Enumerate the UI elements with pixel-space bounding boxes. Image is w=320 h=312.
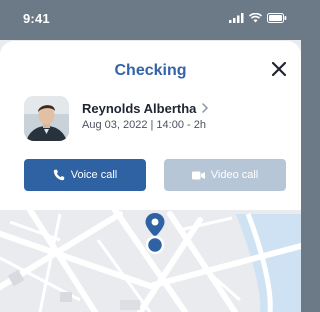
signal-icon	[229, 13, 244, 23]
close-button[interactable]	[271, 61, 287, 77]
checking-sheet: Checking Reynolds Albertha Aug 03, 2022 …	[0, 41, 301, 210]
video-call-button[interactable]: Video call	[164, 159, 286, 191]
status-icons	[229, 13, 287, 23]
avatar-image	[24, 96, 69, 141]
appointment-meta: Aug 03, 2022 | 14:00 - 2h	[82, 119, 206, 131]
status-bar: 9:41	[0, 0, 301, 40]
video-call-label: Video call	[210, 169, 259, 181]
wifi-icon	[249, 13, 262, 23]
avatar[interactable]	[24, 96, 69, 141]
voice-call-label: Voice call	[70, 169, 118, 181]
sheet-title: Checking	[114, 62, 187, 79]
contact-name[interactable]: Reynolds Albertha	[82, 101, 196, 116]
voice-call-button[interactable]: Voice call	[24, 159, 146, 191]
status-time: 9:41	[23, 11, 50, 26]
phone-icon	[53, 169, 64, 181]
video-camera-icon	[191, 171, 205, 179]
chevron-right-icon[interactable]	[200, 102, 210, 114]
battery-icon	[267, 13, 287, 23]
close-icon	[271, 61, 287, 77]
location-pin-icon[interactable]	[144, 212, 166, 280]
